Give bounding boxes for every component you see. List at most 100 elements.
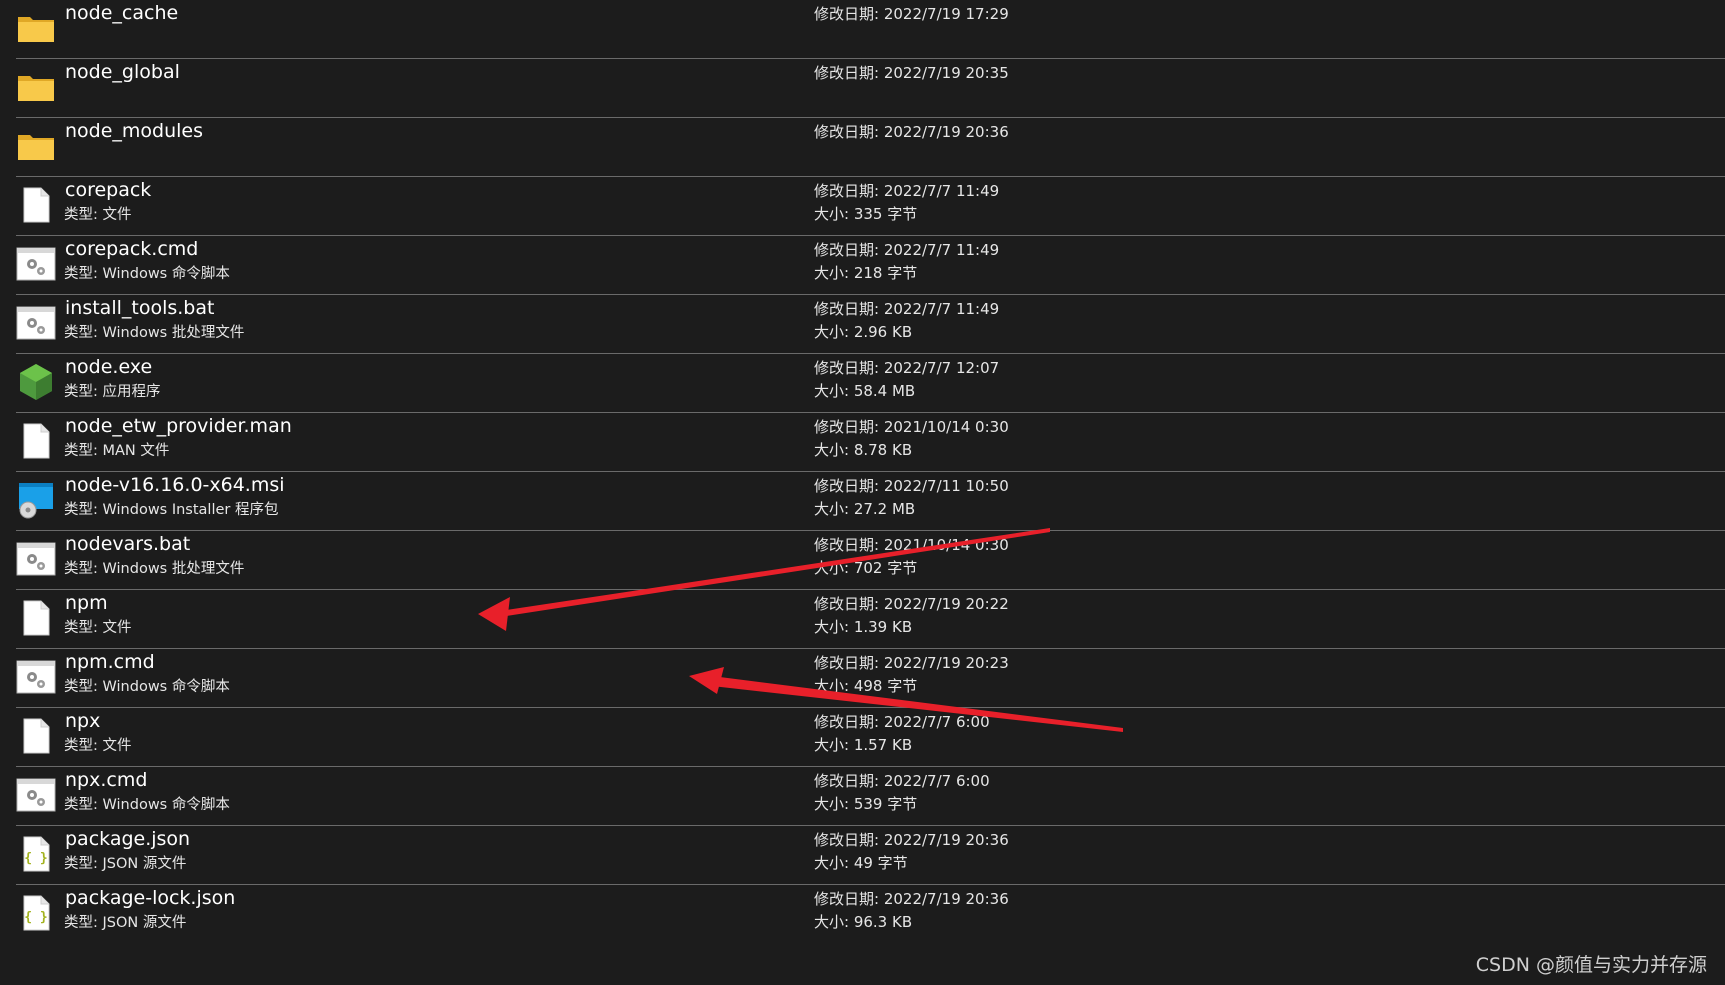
file-row[interactable]: corepack 类型: 文件 修改日期: 2022/7/7 11:49 大小: 33… (0, 177, 1725, 236)
script-gear-icon (16, 244, 56, 284)
size-value: 218 字节 (853, 264, 918, 282)
modified-date: 修改日期: 2022/7/19 20:36 (814, 831, 1009, 849)
file-name: npx (65, 710, 101, 732)
installer-icon (16, 480, 56, 520)
file-size: 大小: 2.96 KB (814, 323, 912, 341)
file-size: 大小: 58.4 MB (814, 382, 915, 400)
size-prefix: 大小: (814, 382, 854, 400)
size-prefix: 大小: (814, 323, 854, 341)
date-prefix: 修改日期: (814, 654, 884, 672)
file-row[interactable]: { } package.json 类型: JSON 源文件 修改日期: 2022/7/… (0, 826, 1725, 885)
modified-date: 修改日期: 2022/7/7 6:00 (814, 772, 990, 790)
modified-date: 修改日期: 2022/7/19 17:29 (814, 5, 1009, 23)
file-row[interactable]: node_cache 修改日期: 2022/7/19 17:29 (0, 0, 1725, 59)
file-row[interactable]: npm.cmd 类型: Windows 命令脚本 修改日期: 2022/7/19 2… (0, 649, 1725, 708)
file-row[interactable]: corepack.cmd 类型: Windows 命令脚本 修改日期: 2022/7… (0, 236, 1725, 295)
file-row[interactable]: node-v16.16.0-x64.msi 类型: Windows Install… (0, 472, 1725, 531)
file-size: 大小: 218 字节 (814, 264, 917, 282)
watermark: CSDN @颜值与实力并存源 (1475, 954, 1707, 976)
date-value: 2022/7/7 12:07 (883, 359, 1000, 377)
type-prefix: 类型: (64, 856, 103, 872)
file-name: nodevars.bat (65, 533, 191, 555)
date-prefix: 修改日期: (814, 831, 884, 849)
type-prefix: 类型: (64, 325, 103, 341)
size-value: 702 字节 (853, 559, 918, 577)
file-row[interactable]: npx.cmd 类型: Windows 命令脚本 修改日期: 2022/7/7 6:… (0, 767, 1725, 826)
modified-date: 修改日期: 2022/7/7 11:49 (814, 241, 999, 259)
type-value: Windows 命令脚本 (102, 679, 230, 695)
date-prefix: 修改日期: (814, 359, 884, 377)
date-prefix: 修改日期: (814, 418, 884, 436)
type-value: MAN 文件 (102, 443, 170, 459)
type-prefix: 类型: (64, 266, 103, 282)
type-value: 应用程序 (102, 384, 161, 400)
size-prefix: 大小: (814, 736, 854, 754)
file-row[interactable]: npm 类型: 文件 修改日期: 2022/7/19 20:22 大小: 1.39 K… (0, 590, 1725, 649)
file-row[interactable]: { } package-lock.json 类型: JSON 源文件 修改日期: 20… (0, 885, 1725, 944)
blank-file-icon (16, 598, 56, 638)
file-row[interactable]: node_modules 修改日期: 2022/7/19 20:36 (0, 118, 1725, 177)
file-row[interactable]: node_etw_provider.man 类型: MAN 文件 修改日期: 202… (0, 413, 1725, 472)
file-row[interactable]: node_global 修改日期: 2022/7/19 20:35 (0, 59, 1725, 118)
date-prefix: 修改日期: (814, 536, 884, 554)
date-prefix: 修改日期: (814, 772, 884, 790)
date-value: 2022/7/19 17:29 (883, 5, 1009, 23)
file-row[interactable]: node.exe 类型: 应用程序 修改日期: 2022/7/7 12:07 大小: … (0, 354, 1725, 413)
date-prefix: 修改日期: (814, 123, 884, 141)
file-row[interactable]: nodevars.bat 类型: Windows 批处理文件 修改日期: 2021/… (0, 531, 1725, 590)
blank-file-icon (16, 716, 56, 756)
modified-date: 修改日期: 2022/7/19 20:36 (814, 890, 1009, 908)
date-value: 2022/7/19 20:35 (883, 64, 1009, 82)
size-value: 2.96 KB (853, 323, 913, 341)
size-prefix: 大小: (814, 264, 854, 282)
file-size: 大小: 96.3 KB (814, 913, 912, 931)
file-size: 大小: 335 字节 (814, 205, 917, 223)
file-row[interactable]: install_tools.bat 类型: Windows 批处理文件 修改日期: … (0, 295, 1725, 354)
type-value: Windows 命令脚本 (102, 797, 230, 813)
file-size: 大小: 1.57 KB (814, 736, 912, 754)
modified-date: 修改日期: 2021/10/14 0:30 (814, 418, 1009, 436)
size-prefix: 大小: (814, 854, 854, 872)
folder-icon (16, 126, 56, 166)
file-type: 类型: JSON 源文件 (64, 914, 186, 932)
file-size: 大小: 702 字节 (814, 559, 917, 577)
file-size: 大小: 27.2 MB (814, 500, 915, 518)
file-size: 大小: 539 字节 (814, 795, 917, 813)
date-prefix: 修改日期: (814, 713, 884, 731)
type-prefix: 类型: (64, 502, 103, 518)
file-name: node.exe (65, 356, 153, 378)
date-value: 2022/7/11 10:50 (883, 477, 1009, 495)
date-prefix: 修改日期: (814, 300, 884, 318)
size-prefix: 大小: (814, 205, 854, 223)
date-value: 2022/7/19 20:22 (883, 595, 1009, 613)
type-value: 文件 (102, 738, 132, 754)
size-value: 8.78 KB (853, 441, 913, 459)
size-value: 49 字节 (853, 854, 908, 872)
type-prefix: 类型: (64, 207, 103, 223)
date-value: 2021/10/14 0:30 (883, 536, 1009, 554)
size-prefix: 大小: (814, 677, 854, 695)
modified-date: 修改日期: 2022/7/7 11:49 (814, 182, 999, 200)
type-prefix: 类型: (64, 797, 103, 813)
size-prefix: 大小: (814, 618, 854, 636)
file-name: node-v16.16.0-x64.msi (65, 474, 285, 496)
date-value: 2022/7/19 20:36 (883, 890, 1009, 908)
modified-date: 修改日期: 2022/7/7 6:00 (814, 713, 990, 731)
type-prefix: 类型: (64, 679, 103, 695)
date-value: 2022/7/19 20:23 (883, 654, 1009, 672)
date-value: 2022/7/7 11:49 (883, 300, 1000, 318)
blank-file-icon (16, 421, 56, 461)
svg-text:{ }: { } (24, 851, 47, 866)
type-value: Windows Installer 程序包 (102, 502, 279, 518)
type-prefix: 类型: (64, 561, 103, 577)
file-size: 大小: 49 字节 (814, 854, 908, 872)
file-size: 大小: 8.78 KB (814, 441, 912, 459)
type-value: Windows 批处理文件 (102, 561, 245, 577)
modified-date: 修改日期: 2022/7/19 20:35 (814, 64, 1009, 82)
file-type: 类型: Windows Installer 程序包 (64, 501, 278, 519)
date-prefix: 修改日期: (814, 890, 884, 908)
file-name: node_etw_provider.man (65, 415, 292, 437)
size-prefix: 大小: (814, 559, 854, 577)
file-row[interactable]: npx 类型: 文件 修改日期: 2022/7/7 6:00 大小: 1.57 KB (0, 708, 1725, 767)
file-name: node_cache (65, 2, 179, 24)
